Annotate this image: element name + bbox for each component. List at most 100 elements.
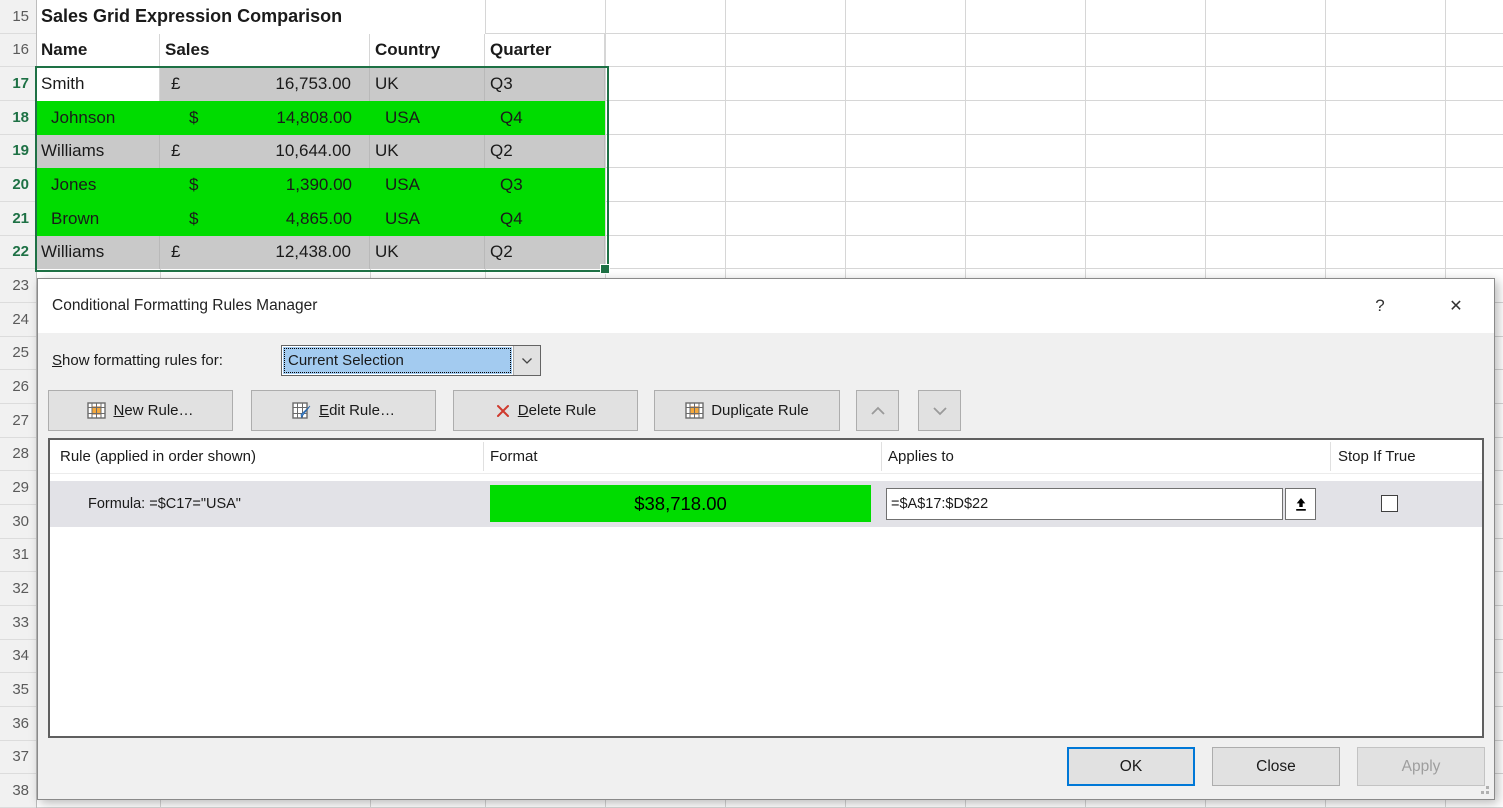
column-separator [483, 442, 484, 471]
row-header-35[interactable]: 35 [0, 673, 36, 707]
new-rule-button[interactable]: New Rule… [48, 390, 233, 431]
row-header-38[interactable]: 38 [0, 774, 36, 808]
resize-grip[interactable] [1477, 782, 1489, 794]
sales-amount: 1,390.00 [286, 175, 352, 195]
collapse-dialog-arrow-icon [1294, 497, 1308, 512]
cell-D21[interactable]: Q4 [485, 202, 605, 236]
cell-C18[interactable]: USA [370, 101, 485, 135]
column-header-rule: Rule (applied in order shown) [60, 440, 256, 473]
fill-handle[interactable] [600, 264, 610, 274]
cell-C19[interactable]: UK [370, 135, 485, 169]
row-header-17[interactable]: 17 [0, 67, 36, 101]
chevron-down-icon[interactable] [513, 346, 540, 375]
move-rule-up-button[interactable] [856, 390, 899, 431]
stop-if-true-checkbox[interactable] [1381, 495, 1398, 512]
column-separator [1330, 442, 1331, 471]
row-header-23[interactable]: 23 [0, 269, 36, 303]
cell-header-quarter[interactable]: Quarter [485, 34, 605, 68]
row-header-20[interactable]: 20 [0, 168, 36, 202]
cell-C21[interactable]: USA [370, 202, 485, 236]
row-header-29[interactable]: 29 [0, 471, 36, 505]
cell-header-country[interactable]: Country [370, 34, 485, 68]
move-rule-down-button[interactable] [918, 390, 961, 431]
row-header-21[interactable]: 21 [0, 202, 36, 236]
row-header-34[interactable]: 34 [0, 640, 36, 674]
close-icon[interactable]: ✕ [1442, 292, 1470, 320]
row-header-36[interactable]: 36 [0, 707, 36, 741]
cell-B17[interactable]: £16,753.00 [160, 67, 370, 101]
row-header-25[interactable]: 25 [0, 337, 36, 371]
show-rules-label: Show formatting rules for: [52, 345, 223, 376]
cell-header-name[interactable]: Name [36, 34, 160, 68]
duplicate-rule-label: Duplicate Rule [711, 402, 809, 419]
help-icon[interactable]: ? [1366, 292, 1394, 320]
cell-B20[interactable]: $1,390.00 [160, 168, 370, 202]
cell-D17[interactable]: Q3 [485, 67, 605, 101]
row-header-18[interactable]: 18 [0, 101, 36, 135]
range-picker-button[interactable] [1285, 488, 1316, 520]
row-header-22[interactable]: 22 [0, 236, 36, 270]
currency-symbol: $ [175, 209, 198, 229]
row-header-37[interactable]: 37 [0, 741, 36, 775]
new-rule-label: New Rule… [113, 402, 193, 419]
cell-title[interactable]: Sales Grid Expression Comparison [36, 0, 485, 34]
currency-symbol: £ [165, 74, 180, 94]
row-header-15[interactable]: 15 [0, 0, 36, 34]
cell-D19[interactable]: Q2 [485, 135, 605, 169]
cell-header-sales[interactable]: Sales [160, 34, 370, 68]
cell-A18[interactable]: Johnson [36, 101, 160, 135]
row-header-30[interactable]: 30 [0, 505, 36, 539]
cell-A17[interactable]: Smith [36, 67, 160, 101]
duplicate-rule-grid-icon [685, 402, 704, 419]
scope-dropdown[interactable]: Current Selection [281, 345, 541, 376]
close-button[interactable]: Close [1212, 747, 1340, 786]
currency-symbol: $ [175, 175, 198, 195]
cell-A21[interactable]: Brown [36, 202, 160, 236]
cell-C17[interactable]: UK [370, 67, 485, 101]
cell-B18[interactable]: $14,808.00 [160, 101, 370, 135]
cell-A19[interactable]: Williams [36, 135, 160, 169]
cell-B22[interactable]: £12,438.00 [160, 236, 370, 270]
column-separator [881, 442, 882, 471]
cell-B21[interactable]: $4,865.00 [160, 202, 370, 236]
dialog-titlebar[interactable]: Conditional Formatting Rules Manager ? ✕ [38, 279, 1494, 333]
header-underline [50, 473, 1482, 474]
sales-amount: 4,865.00 [286, 209, 352, 229]
edit-rule-button[interactable]: Edit Rule… [251, 390, 436, 431]
row-header-33[interactable]: 33 [0, 606, 36, 640]
column-header-stop-if-true: Stop If True [1338, 440, 1416, 473]
edit-rule-label: Edit Rule… [319, 402, 395, 419]
apply-button[interactable]: Apply [1357, 747, 1485, 786]
sales-amount: 16,753.00 [275, 74, 351, 94]
delete-rule-button[interactable]: Delete Rule [453, 390, 638, 431]
row-header-26[interactable]: 26 [0, 370, 36, 404]
rule-row[interactable]: Formula: =$C17="USA" $38,718.00 [50, 481, 1482, 527]
conditional-formatting-rules-manager-dialog: Conditional Formatting Rules Manager ? ✕… [37, 278, 1495, 800]
sales-amount: 12,438.00 [275, 242, 351, 262]
cell-C20[interactable]: USA [370, 168, 485, 202]
chevron-down-icon [932, 406, 948, 416]
column-header-applies-to: Applies to [888, 440, 954, 473]
format-preview: $38,718.00 [490, 485, 871, 522]
row-header-31[interactable]: 31 [0, 539, 36, 573]
row-header-24[interactable]: 24 [0, 303, 36, 337]
row-header-27[interactable]: 27 [0, 404, 36, 438]
applies-to-input[interactable] [886, 488, 1283, 520]
row-header-28[interactable]: 28 [0, 438, 36, 472]
row-header-16[interactable]: 16 [0, 34, 36, 68]
row-header-32[interactable]: 32 [0, 572, 36, 606]
row-header-column[interactable]: 1516171819202122232425262728293031323334… [0, 0, 37, 808]
scope-dropdown-value: Current Selection [283, 347, 512, 374]
cell-A20[interactable]: Jones [36, 168, 160, 202]
duplicate-rule-button[interactable]: Duplicate Rule [654, 390, 840, 431]
delete-x-icon [495, 403, 511, 419]
cell-B19[interactable]: £10,644.00 [160, 135, 370, 169]
cell-D20[interactable]: Q3 [485, 168, 605, 202]
ok-button[interactable]: OK [1067, 747, 1195, 786]
cell-D22[interactable]: Q2 [485, 236, 605, 270]
cell-D18[interactable]: Q4 [485, 101, 605, 135]
row-header-19[interactable]: 19 [0, 135, 36, 169]
cell-A22[interactable]: Williams [36, 236, 160, 270]
column-header-format: Format [490, 440, 538, 473]
cell-C22[interactable]: UK [370, 236, 485, 270]
